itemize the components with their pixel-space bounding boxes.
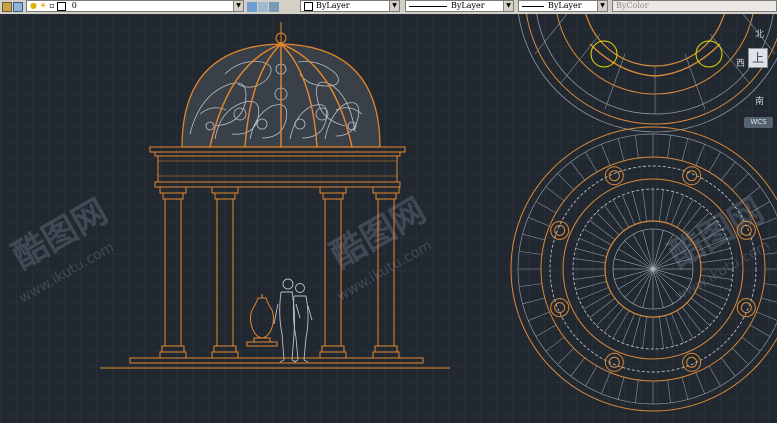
layer-color-swatch [57,1,67,11]
lineweight-combo[interactable]: ByLayer ▼ [518,0,608,12]
viewcube-north-label[interactable]: 北 [755,27,764,40]
chevron-down-icon: ▼ [389,1,399,11]
chevron-down-icon: ▼ [233,1,243,11]
wcs-menu-button[interactable]: WCS [744,117,773,128]
plotstyle-value: ByColor [616,1,649,10]
viewcube-top-face[interactable]: 上 [748,48,768,68]
layer-combo[interactable]: ● ☀ ▫ 0 ▼ [26,0,244,12]
layer-tools [247,0,280,13]
lineweight-value: ByLayer [548,1,582,10]
viewcube-west-label[interactable]: 西 [736,56,745,69]
layer-name: 0 [71,1,77,10]
layer-manager-icon[interactable] [2,1,12,12]
properties-toolbar: ● ☀ ▫ 0 ▼ ByLayer ▼ ByLayer ▼ ByLayer ▼ … [0,0,777,15]
plotstyle-combo: ByColor [612,0,777,12]
color-swatch [304,1,313,11]
drawing-canvas[interactable]: 酷图网 www.ikutu.com 酷图网 www.ikutu.com 酷图网 … [0,14,777,423]
linetype-combo[interactable]: ByLayer ▼ [405,0,514,12]
layer-isolate-icon[interactable] [269,1,279,12]
layer-icons [2,0,24,13]
chevron-down-icon: ▼ [597,1,607,11]
color-combo[interactable]: ByLayer ▼ [300,0,400,12]
make-current-icon[interactable] [247,1,257,12]
color-value: ByLayer [316,1,350,10]
layer-state-icon[interactable] [13,1,23,12]
layer-previous-icon[interactable] [258,1,268,12]
plan-center-spokes [613,229,693,309]
lock-icon: ▫ [49,1,55,10]
sun-icon: ☀ [39,1,47,10]
viewcube-south-label[interactable]: 南 [755,94,764,107]
linetype-value: ByLayer [451,1,485,10]
autocad-window: ● ☀ ▫ 0 ▼ ByLayer ▼ ByLayer ▼ ByLayer ▼ … [0,0,777,423]
chevron-down-icon: ▼ [503,1,513,11]
linetype-preview [409,5,447,7]
lineweight-preview [522,5,544,7]
lightbulb-icon: ● [30,1,37,10]
